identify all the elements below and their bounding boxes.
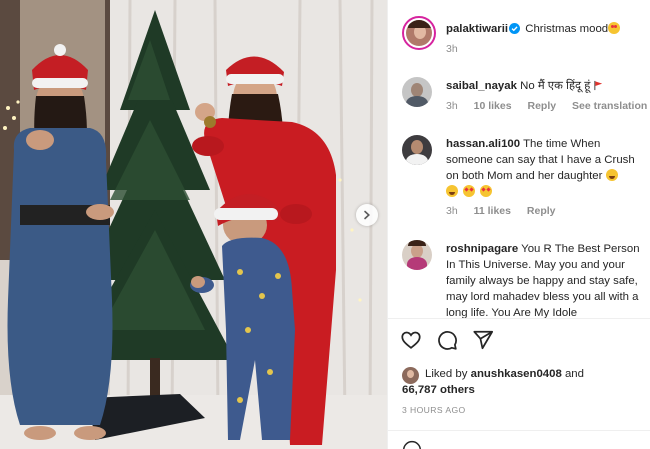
comment-username[interactable]: hassan.ali100 (446, 138, 520, 150)
comment-likes[interactable]: 11 likes (474, 205, 511, 217)
liker-username[interactable]: anushkasen0408 (471, 368, 562, 380)
comments-list: palaktiwarii Christmas mood 3h saibal_na… (388, 0, 650, 318)
comment-username[interactable]: saibal_nayak (446, 80, 517, 92)
comment-icon[interactable] (436, 329, 458, 351)
comment-time: 3h (446, 100, 458, 112)
commenter-avatar[interactable] (402, 240, 432, 270)
section-divider (388, 430, 650, 431)
laughing-emoji (446, 185, 458, 197)
heart-icon[interactable] (400, 329, 422, 351)
post-actions (400, 329, 494, 351)
commenter-avatar[interactable] (402, 77, 432, 107)
caption-username[interactable]: palaktiwarii (446, 23, 508, 35)
red-flag-icon (594, 80, 603, 91)
christmas-photo-illustration (0, 0, 387, 449)
comment-text: No मैं एक हिंदू हूं (520, 80, 591, 92)
comment-item: roshnipagare You R The Best Person In Th… (402, 240, 642, 318)
reply-button[interactable]: Reply (527, 205, 556, 217)
reply-button[interactable]: Reply (527, 100, 556, 112)
liked-by-prefix: Liked by (425, 368, 468, 380)
section-divider (388, 318, 650, 319)
verified-badge-icon (509, 23, 521, 34)
author-avatar[interactable] (402, 16, 436, 50)
caption-text: Christmas mood (525, 23, 609, 35)
star-struck-emoji (480, 185, 493, 197)
instagram-post-view: palaktiwarii Christmas mood 3h saibal_na… (0, 0, 650, 449)
emoji-smiley-icon[interactable] (402, 440, 422, 449)
liked-by-and: and (564, 368, 584, 380)
post-timestamp[interactable]: 3 HOURS AGO (402, 405, 466, 415)
smiling-face-with-hearts-emoji (608, 22, 621, 34)
post-caption: palaktiwarii Christmas mood 3h (402, 16, 642, 62)
likes-count-link[interactable]: 66,787 others (402, 382, 475, 398)
chevron-right-icon (364, 210, 370, 220)
comment-item: saibal_nayak No मैं एक हिंदू हूं 3h 10 l… (402, 77, 647, 117)
commenter-avatar[interactable] (402, 135, 432, 165)
caption-time: 3h (446, 43, 458, 55)
see-translation-button[interactable]: See translation (572, 100, 647, 112)
share-icon[interactable] (472, 329, 494, 351)
star-struck-emoji (463, 185, 476, 197)
comment-item: hassan.ali100 The time When someone can … (402, 135, 642, 221)
post-photo[interactable] (0, 0, 387, 449)
comment-likes[interactable]: 10 likes (474, 100, 512, 112)
next-photo-button[interactable] (356, 204, 378, 226)
laughing-emoji (605, 169, 618, 181)
comment-username[interactable]: roshnipagare (446, 243, 518, 255)
comment-time: 3h (446, 205, 458, 217)
post-sidebar: palaktiwarii Christmas mood 3h saibal_na… (387, 0, 650, 449)
